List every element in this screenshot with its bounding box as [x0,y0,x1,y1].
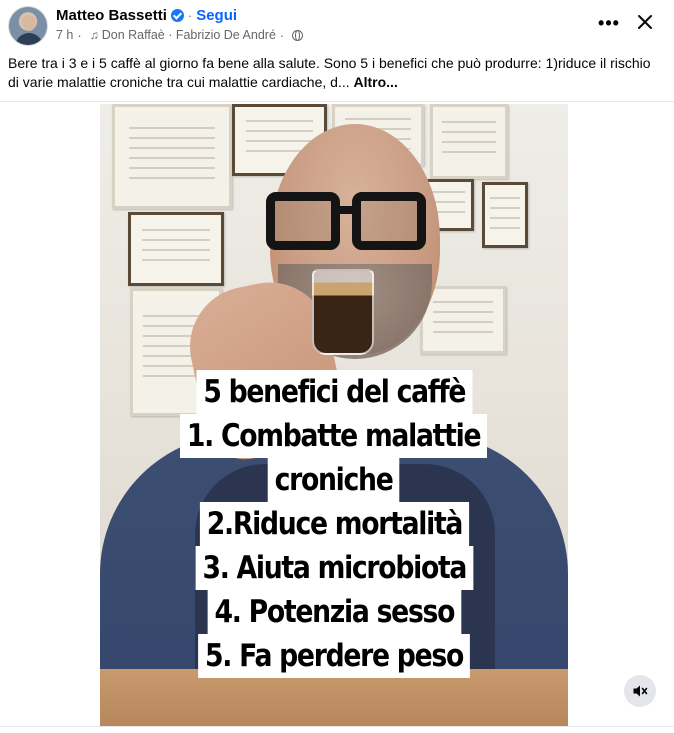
caption-divider [0,101,674,102]
avatar-head [22,15,36,31]
person-glasses [266,192,426,254]
more-options-icon: ••• [598,12,620,33]
avatar-shirt [15,33,43,45]
follow-button[interactable]: Segui [196,7,237,24]
post-bottom-divider [0,726,674,727]
wall-certificate [420,286,506,354]
wall-certificate [430,104,508,179]
wall-certificate [128,212,224,286]
wall-plaque [482,182,528,248]
overlay-item: 5. Fa perdere peso [198,634,470,678]
overlay-item: 3. Aiuta microbiota [195,546,473,590]
music-note-icon: ♫ [89,28,99,42]
close-button[interactable] [633,9,657,35]
meta-separator-2: · [279,27,285,43]
overlay-item: 2.Riduce mortalità [199,502,469,546]
benefits-overlay: 5 benefici del caffè 1. Combatte malatti… [100,370,568,678]
muted-speaker-icon [633,685,648,697]
wall-certificate [112,104,232,209]
verified-badge-icon [170,8,184,22]
separator-dot: · [187,7,193,23]
meta-separator: · [77,27,82,43]
glasses-lens-right [352,192,426,250]
close-icon [638,15,652,29]
audio-track-label[interactable]: Don Raffaè · Fabrizio De André [102,28,276,42]
unmute-button[interactable] [624,675,656,707]
author-avatar[interactable] [8,6,48,46]
author-name[interactable]: Matteo Bassetti [56,7,167,24]
more-options-button[interactable]: ••• [596,11,622,35]
author-row: Matteo Bassetti · Segui [56,6,237,24]
post-header: Matteo Bassetti · Segui 7 h · ♫ Don Raff… [0,0,674,48]
glasses-lens-left [266,192,340,250]
post-time[interactable]: 7 h [56,28,73,42]
globe-icon [292,29,304,41]
post-caption: Bere tra i 3 e i 5 caffè al giorno fa be… [8,54,664,92]
overlay-item: 1. Combatte malattie [180,414,488,458]
see-more-link[interactable]: Altro... [354,74,398,90]
post-meta: 7 h · ♫ Don Raffaè · Fabrizio De André · [56,27,304,43]
caption-text: Bere tra i 3 e i 5 caffè al giorno fa be… [8,55,651,90]
overlay-item: croniche [268,458,400,502]
espresso-cup [312,269,374,355]
overlay-title: 5 benefici del caffè [196,370,472,414]
overlay-item: 4. Potenzia sesso [207,590,461,634]
glasses-bridge [336,206,358,214]
